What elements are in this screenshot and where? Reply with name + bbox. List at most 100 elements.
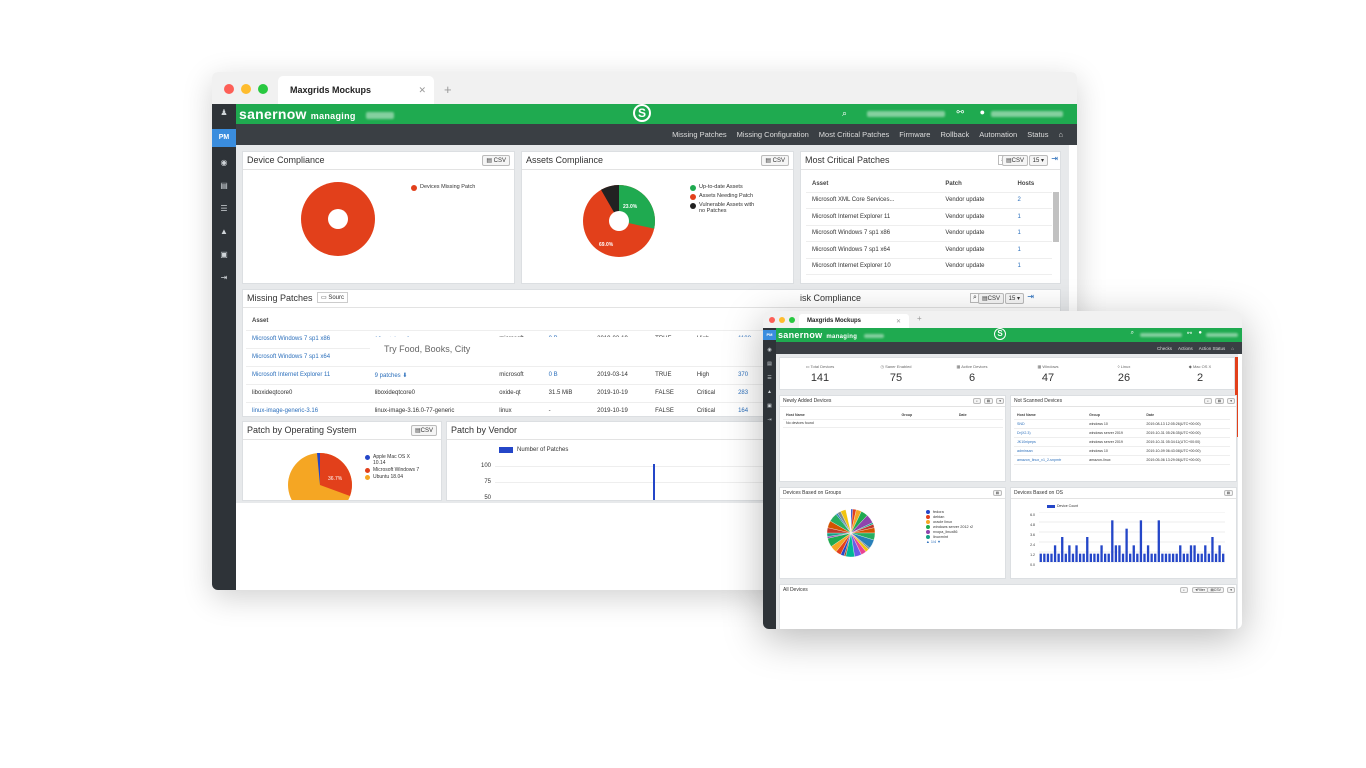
csv-button[interactable]: ▤ (1223, 490, 1233, 496)
table-cell[interactable]: Microsoft Windows 7 sp1 x86 (246, 330, 369, 349)
warning-icon[interactable]: ▲ (212, 225, 236, 239)
nav-missing-patches[interactable]: Missing Patches (672, 130, 727, 139)
table-cell: 2019-08-13 12:05:26(UTC+00:00) (1143, 419, 1230, 429)
table-row: adminsan windows 10 2019-10-09 06:43:08(UT… (1014, 446, 1230, 456)
chart-icon[interactable]: ▤ (763, 360, 776, 368)
csv-button[interactable]: ▤CSV (1207, 587, 1224, 593)
user-icon[interactable]: ● (1198, 330, 1202, 336)
table-cell[interactable]: 1 (1011, 208, 1052, 226)
minimize-window-button[interactable] (241, 84, 251, 94)
new-tab-icon[interactable]: + (917, 314, 922, 323)
sidebar-item-pm[interactable]: PM (212, 129, 236, 147)
home-icon[interactable]: ⌂ (1058, 130, 1063, 139)
not-scanned-title: Not Scanned Devices ⌕ ▤ ▾ (1011, 396, 1236, 407)
nav-checks[interactable]: Checks (1157, 346, 1172, 351)
table-cell[interactable]: 370 (732, 366, 766, 385)
table-cell[interactable]: 2 (1011, 192, 1052, 209)
nav-rollback[interactable]: Rollback (940, 130, 969, 139)
table-cell[interactable]: JK10nipeps (1014, 437, 1087, 447)
nav-automation[interactable]: Automation (979, 130, 1017, 139)
csv-button[interactable]: ▤ CSV (761, 155, 789, 166)
share-icon[interactable]: ⚯ (1187, 330, 1192, 337)
search-icon[interactable]: ⌕ (842, 108, 847, 119)
close-tab-icon[interactable]: ✕ (418, 85, 426, 96)
csv-button[interactable]: ▤ (983, 398, 993, 404)
nav-firmware[interactable]: Firmware (899, 130, 930, 139)
table-cell[interactable]: 1 (1011, 241, 1052, 259)
table-cell[interactable]: 0 B (542, 366, 592, 385)
table-cell[interactable]: adminsan (1014, 446, 1087, 456)
list-icon[interactable]: ☰ (212, 202, 236, 216)
table-cell[interactable]: 9 patches ⬇ (368, 366, 494, 385)
scrollbar[interactable] (1053, 192, 1059, 242)
filter-button[interactable]: ▾ (1227, 398, 1235, 404)
table-cell[interactable]: Microsoft Windows 7 sp1 x64 (246, 348, 369, 367)
search-icon[interactable]: ⌕ (1204, 398, 1212, 404)
minimize-window-button[interactable] (779, 317, 785, 323)
filter-button[interactable]: ▾Filter (1192, 587, 1208, 593)
table-cell[interactable]: 164 (732, 402, 766, 416)
list-icon[interactable]: ☰ (763, 374, 776, 382)
nav-status[interactable]: Status (1027, 130, 1048, 139)
export-icon[interactable]: ⇥ (1027, 292, 1034, 301)
saner-logo-icon[interactable]: S (994, 328, 1006, 340)
warning-icon[interactable]: ▲ (763, 388, 776, 396)
search-icon[interactable]: ⌕ (1131, 330, 1134, 337)
eye-icon[interactable]: ◉ (763, 346, 776, 354)
table-cell[interactable]: SND (1014, 419, 1087, 429)
csv-button[interactable]: ▤ CSV (482, 155, 510, 166)
eye-icon[interactable]: ◉ (212, 156, 236, 170)
filter-button[interactable]: ▾ (996, 398, 1004, 404)
table-cell[interactable]: Microsoft Internet Explorer 11 (246, 366, 369, 385)
nav-most-critical-patches[interactable]: Most Critical Patches (819, 130, 889, 139)
table-cell[interactable]: Dr(X2.3) (1014, 428, 1087, 438)
export-icon[interactable]: ⇥ (1051, 154, 1058, 163)
new-tab-icon[interactable]: + (444, 82, 452, 97)
book-icon[interactable]: ▣ (763, 402, 776, 410)
book-icon[interactable]: ▣ (212, 248, 236, 262)
csv-button[interactable]: ▤ (992, 490, 1002, 496)
browser-tab[interactable]: Maxgrids Mockups ✕ (278, 76, 434, 104)
page-size-select[interactable]: ▾ (1227, 587, 1235, 593)
nav-actions[interactable]: Actions (1178, 346, 1193, 351)
logout-icon[interactable]: ⇥ (763, 416, 776, 424)
table-cell: windows server 2019 (1086, 437, 1144, 447)
nav-missing-configuration[interactable]: Missing Configuration (737, 130, 809, 139)
csv-button[interactable]: ▤CSV (1001, 155, 1028, 166)
search-field-redacted[interactable] (867, 111, 945, 117)
table-cell[interactable]: amazon_linux_v1_2-snpmtr (1014, 455, 1087, 465)
table-cell[interactable]: 283 (732, 384, 766, 403)
search-field-redacted[interactable] (1140, 333, 1182, 337)
assets-compliance-panel: Assets Compliance ▤ CSV 23.0% 69.0% Up-t… (521, 151, 794, 284)
legend-pager[interactable]: ▲ 1/4 ▼ (926, 540, 973, 544)
browser-tab[interactable]: Maxgrids Mockups ✕ (799, 314, 909, 328)
chart-icon[interactable]: ▤ (212, 179, 236, 193)
saner-logo-icon[interactable]: S (633, 104, 651, 122)
logout-icon[interactable]: ⇥ (212, 271, 236, 285)
maximize-window-button[interactable] (258, 84, 268, 94)
source-button[interactable]: ▭ Sourc (317, 292, 349, 303)
close-window-button[interactable] (769, 317, 775, 323)
close-tab-icon[interactable]: ✕ (896, 318, 901, 325)
home-icon[interactable]: ⌂ (1231, 346, 1234, 351)
sidebar-item-pm[interactable]: PM (763, 330, 776, 340)
csv-button[interactable]: ▤ (1214, 398, 1224, 404)
search-overlay-input[interactable]: Try Food, Books, City (370, 337, 810, 363)
csv-button[interactable]: ▤CSV (410, 425, 437, 436)
search-icon[interactable]: ⌕ (973, 398, 981, 404)
table-cell: 2019-05-06 13:29:06(UTC+00:00) (1143, 455, 1230, 465)
page-size-select[interactable]: 15 ▾ (1028, 155, 1048, 166)
table-cell[interactable]: linux-image-generic-3.16 (246, 402, 369, 416)
table-cell[interactable]: 1 (1011, 258, 1052, 275)
search-icon[interactable]: ⌕ (1180, 587, 1188, 593)
user-icon[interactable]: ● (980, 107, 985, 117)
csv-button[interactable]: ▤CSV (977, 293, 1004, 304)
page-size-select[interactable]: 15 ▾ (1004, 293, 1024, 304)
table-row: JK10nipeps windows server 2019 2019-10-31 … (1014, 437, 1230, 447)
nav-action-status[interactable]: Action Status (1199, 346, 1226, 351)
table-cell[interactable]: 1 (1011, 225, 1052, 242)
maximize-window-button[interactable] (789, 317, 795, 323)
share-icon[interactable]: ⚯ (956, 107, 964, 118)
close-window-button[interactable] (224, 84, 234, 94)
dashboard-icon[interactable]: ♟ (212, 106, 236, 120)
